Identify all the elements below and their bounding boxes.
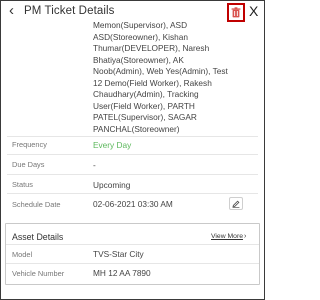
divider xyxy=(7,174,258,175)
divider xyxy=(7,136,258,137)
assignee-line: User(Field Worker), PARTH xyxy=(93,100,195,111)
assignee-line: ASD(Storeowner), Kishan xyxy=(93,31,188,42)
chevron-right-icon: › xyxy=(243,233,247,240)
assignee-line: Memon(Supervisor), ASD xyxy=(93,20,188,30)
schedule-date-label: Schedule Date xyxy=(12,200,61,209)
assignee-line: Thumar(DEVELOPER), Naresh xyxy=(93,43,210,53)
close-button[interactable]: X xyxy=(249,3,258,19)
divider xyxy=(7,193,258,194)
schedule-date-value: 02-06-2021 03:30 AM xyxy=(93,199,173,209)
assigned-users-list: Memon(Supervisor), ASD ASD(Storeowner), … xyxy=(93,20,253,135)
due-days-label: Due Days xyxy=(12,160,45,169)
pencil-icon xyxy=(232,200,240,208)
frequency-value: Every Day xyxy=(93,140,132,150)
assignee-line: Bhatiya(Storeowner), AK xyxy=(93,54,184,65)
assignee-line: Chaudhary(Admin), Tracking xyxy=(93,89,199,99)
divider xyxy=(6,244,259,245)
due-days-value: - xyxy=(93,160,96,170)
trash-icon xyxy=(231,7,241,18)
status-value: Upcoming xyxy=(93,180,131,190)
divider xyxy=(6,263,259,264)
edit-schedule-button[interactable] xyxy=(229,197,243,210)
pm-ticket-details-panel: ‹ PM Ticket Details X Memon(Supervisor),… xyxy=(0,0,265,300)
assignee-line: PANCHAL(Storeowner) xyxy=(93,123,180,134)
view-more-label: View More xyxy=(211,233,243,240)
model-label: Model xyxy=(12,250,33,259)
asset-details-title: Asset Details xyxy=(12,232,64,242)
frequency-label: Frequency xyxy=(12,140,47,149)
assignee-line: 12 Demo(Field Worker), Rakesh xyxy=(93,77,212,88)
vehicle-number-value: MH 12 AA 7890 xyxy=(93,268,151,278)
view-more-link[interactable]: View More› xyxy=(211,233,246,240)
assignee-line: PATEL(Supervisor), SAGAR xyxy=(93,112,197,122)
panel-title: PM Ticket Details xyxy=(24,5,115,17)
divider xyxy=(7,154,258,155)
status-label: Status xyxy=(12,180,33,189)
model-value: TVS-Star City xyxy=(93,249,144,259)
vehicle-number-label: Vehicle Number xyxy=(12,269,65,278)
back-chevron-left-icon[interactable]: ‹ xyxy=(9,3,14,19)
assignee-line: Noob(Admin), Web Yes(Admin), Test xyxy=(93,66,228,76)
